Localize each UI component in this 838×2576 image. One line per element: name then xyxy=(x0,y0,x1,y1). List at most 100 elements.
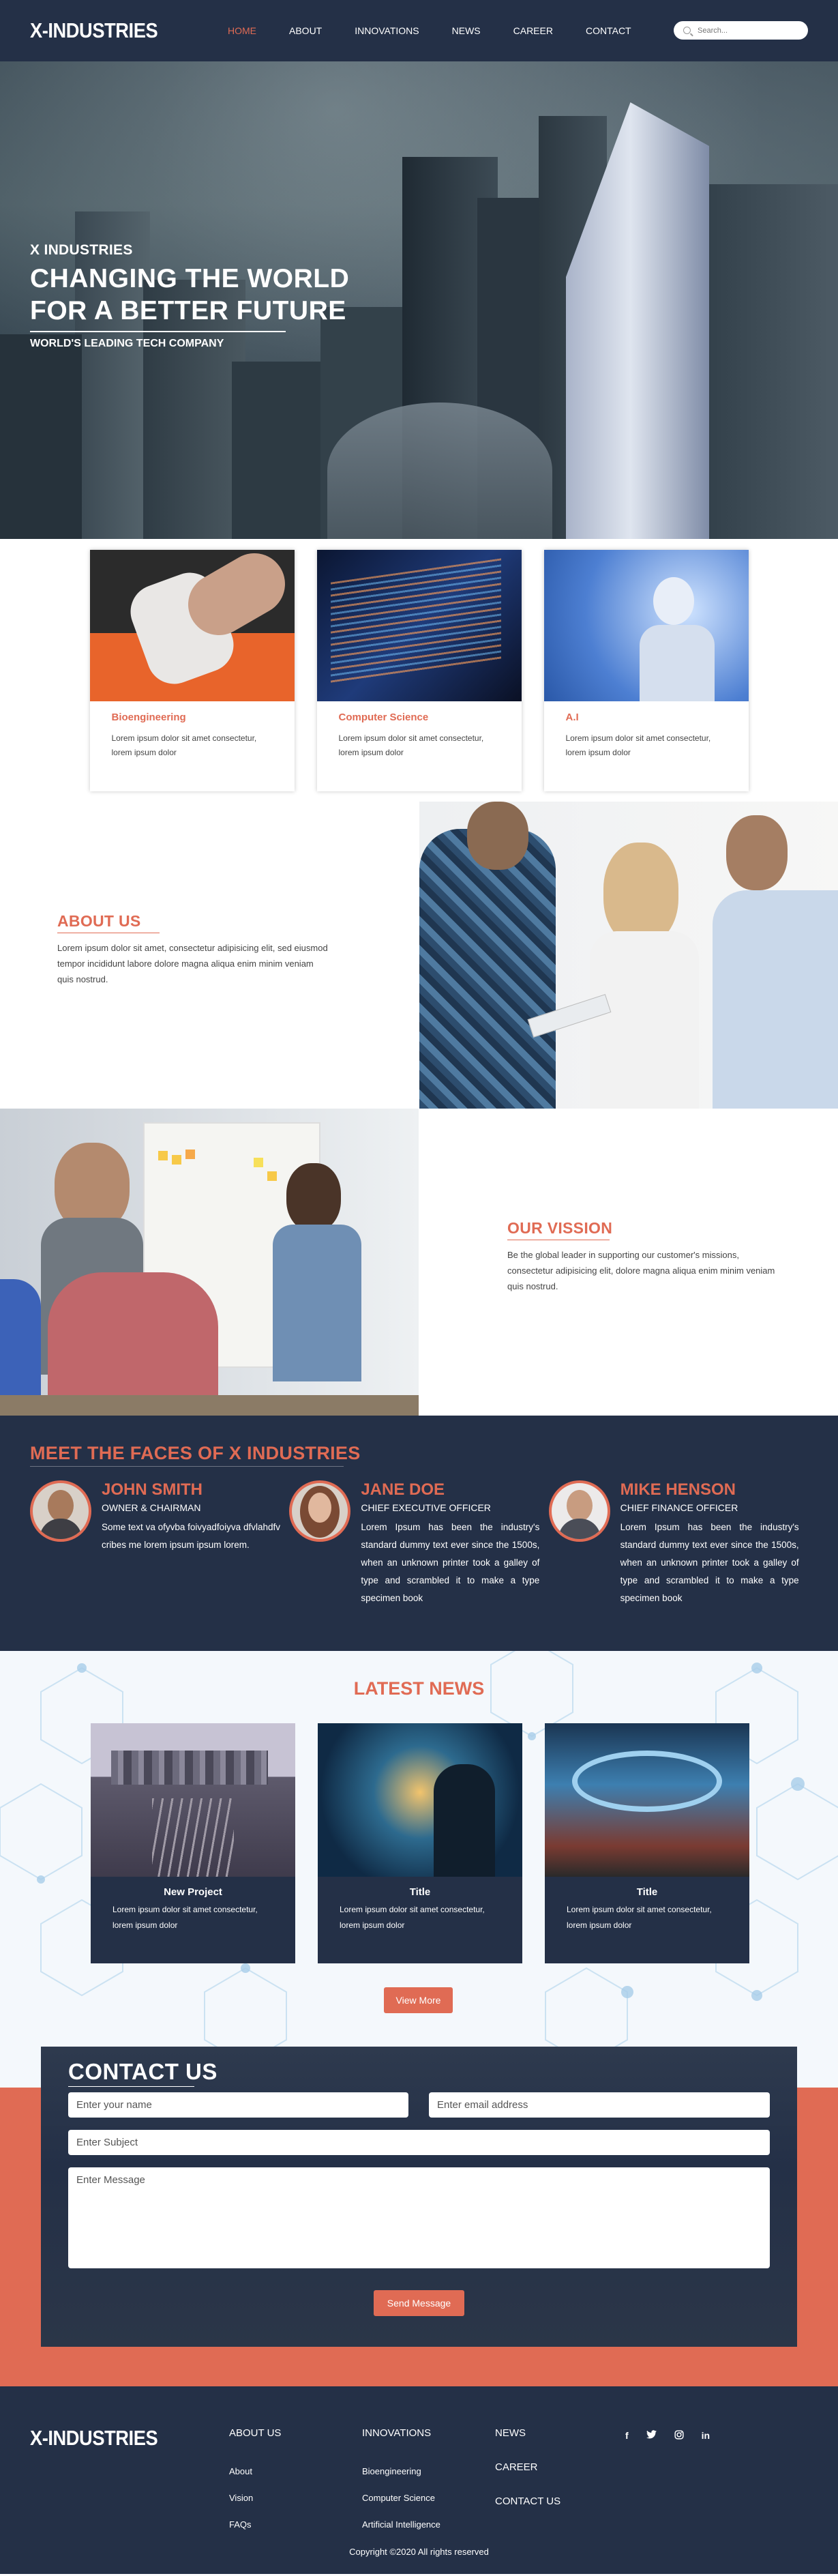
suit xyxy=(40,1519,82,1539)
message-field[interactable] xyxy=(68,2167,770,2268)
person-denim-shirt xyxy=(273,1225,361,1381)
send-message-button[interactable]: Send Message xyxy=(374,2290,464,2316)
search-box[interactable] xyxy=(674,21,808,40)
footer-link-news[interactable]: NEWS xyxy=(495,2427,560,2439)
site-footer: X-INDUSTRIES ABOUT US About Vision FAQs … xyxy=(0,2386,838,2574)
innovation-card[interactable]: Computer Science Lorem ipsum dolor sit a… xyxy=(316,550,522,791)
card-title: A.I xyxy=(565,712,579,723)
nav-about[interactable]: ABOUT xyxy=(289,25,322,36)
vision-title: OUR VISSION xyxy=(507,1219,613,1237)
news-section: LATEST NEWS New Project Lorem ipsum dolo… xyxy=(0,1651,838,2047)
suit xyxy=(558,1519,601,1539)
vision-section: OUR VISSION Be the global leader in supp… xyxy=(0,1109,838,1416)
news-card-text: Lorem ipsum dolor sit amet consectetur, l… xyxy=(113,1905,258,1930)
instagram-icon[interactable] xyxy=(674,2430,684,2442)
avatar xyxy=(289,1480,351,1542)
footer-link-contact-us[interactable]: CONTACT US xyxy=(495,2496,560,2507)
linkedin-icon[interactable]: in xyxy=(702,2430,710,2442)
code-screen xyxy=(330,558,501,685)
about-text: ABOUT US Lorem ipsum dolor sit amet, con… xyxy=(57,912,330,987)
team-title: MEET THE FACES OF X INDUSTRIES xyxy=(30,1443,361,1463)
innovation-card[interactable]: A.I Lorem ipsum dolor sit amet consectet… xyxy=(543,550,749,791)
about-body: Lorem ipsum dolor sit amet, consectetur … xyxy=(57,943,328,984)
contact-underline xyxy=(68,2086,194,2087)
robot-body xyxy=(639,625,715,701)
news-card[interactable]: Title Lorem ipsum dolor sit amet consect… xyxy=(545,1723,749,1963)
news-card[interactable]: Title Lorem ipsum dolor sit amet consect… xyxy=(318,1723,522,1963)
member-name: JANE DOE xyxy=(361,1480,445,1499)
member-bio: Lorem Ipsum has been the industry's stan… xyxy=(361,1522,540,1603)
nav-career[interactable]: CAREER xyxy=(513,25,553,36)
name-field[interactable] xyxy=(68,2092,408,2118)
hero-building xyxy=(0,334,82,539)
news-cards: New Project Lorem ipsum dolor sit amet c… xyxy=(91,1723,749,1963)
footer-link-faqs[interactable]: FAQs xyxy=(229,2519,281,2530)
hero-subtitle: WORLD'S LEADING TECH COMPANY xyxy=(30,338,224,349)
copyright-text: Copyright ©2020 All rights reserved xyxy=(349,2547,489,2557)
footer-link-bioengineering[interactable]: Bioengineering xyxy=(362,2466,440,2476)
team-members: JOHN SMITH OWNER & CHAIRMAN Some text va… xyxy=(30,1480,808,1607)
footer-link-ai[interactable]: Artificial Intelligence xyxy=(362,2519,440,2530)
team-section: MEET THE FACES OF X INDUSTRIES JOHN SMIT… xyxy=(0,1416,838,1651)
innovation-card[interactable]: Bioengineering Lorem ipsum dolor sit ame… xyxy=(89,550,295,791)
person-head xyxy=(467,802,528,870)
footer-link-vision[interactable]: Vision xyxy=(229,2493,281,2503)
face xyxy=(48,1490,74,1521)
hero-title: CHANGING THE WORLD FOR A BETTER FUTURE xyxy=(30,263,349,327)
search-icon xyxy=(683,27,691,34)
site-logo[interactable]: X-INDUSTRIES xyxy=(30,18,158,43)
footer-link-about[interactable]: About xyxy=(229,2466,281,2476)
table xyxy=(0,1395,419,1416)
card-text: Lorem ipsum dolor sit amet consectetur, l… xyxy=(338,733,484,757)
innovation-cards: Bioengineering Lorem ipsum dolor sit ame… xyxy=(0,539,838,802)
hero-text: X INDUSTRIES CHANGING THE WORLD FOR A BE… xyxy=(30,242,349,350)
subject-field[interactable] xyxy=(68,2130,770,2155)
person-red-shirt xyxy=(48,1272,218,1416)
team-member: JOHN SMITH OWNER & CHAIRMAN Some text va… xyxy=(30,1480,289,1607)
sticky-notes xyxy=(158,1151,168,1160)
nav-home[interactable]: HOME xyxy=(228,25,256,36)
face xyxy=(566,1490,593,1521)
bioengineering-image xyxy=(89,550,295,701)
news-card-text: Lorem ipsum dolor sit amet consectetur, l… xyxy=(340,1905,485,1930)
nav-innovations[interactable]: INNOVATIONS xyxy=(355,25,419,36)
nav-contact[interactable]: CONTACT xyxy=(586,25,631,36)
site-header: X-INDUSTRIES HOME ABOUT INNOVATIONS NEWS… xyxy=(0,0,838,61)
member-role: CHIEF FINANCE OFFICER xyxy=(620,1502,738,1513)
news-image-tech xyxy=(318,1723,522,1877)
facebook-icon[interactable]: f xyxy=(625,2430,629,2442)
person-blue-shirt xyxy=(713,890,838,1109)
news-image-city xyxy=(91,1723,295,1877)
news-title: LATEST NEWS xyxy=(353,1678,485,1699)
contact-form: CONTACT US Send Message xyxy=(41,2047,797,2347)
footer-link-career[interactable]: CAREER xyxy=(495,2461,560,2473)
team-member: MIKE HENSON CHIEF FINANCE OFFICER Lorem … xyxy=(548,1480,808,1607)
twitter-icon[interactable] xyxy=(646,2430,657,2442)
hero-title-line: CHANGING THE WORLD xyxy=(30,264,350,293)
member-bio: Some text va ofyvba foivyadfoiyva dfvlah… xyxy=(102,1522,280,1550)
person-head xyxy=(726,815,788,890)
footer-heading: ABOUT US xyxy=(229,2427,282,2439)
member-name: MIKE HENSON xyxy=(620,1480,736,1499)
computer-science-image xyxy=(316,550,522,701)
card-title: Computer Science xyxy=(338,712,429,723)
hero-building xyxy=(232,362,327,539)
member-role: OWNER & CHAIRMAN xyxy=(102,1502,201,1513)
footer-about-column: ABOUT US About Vision FAQs xyxy=(229,2427,281,2530)
news-card[interactable]: New Project Lorem ipsum dolor sit amet c… xyxy=(91,1723,295,1963)
nav-news[interactable]: NEWS xyxy=(452,25,481,36)
footer-link-computer-science[interactable]: Computer Science xyxy=(362,2493,440,2503)
ring-machine xyxy=(572,1751,722,1812)
footer-logo[interactable]: X-INDUSTRIES xyxy=(30,2426,158,2450)
view-more-button[interactable]: View More xyxy=(384,1987,453,2013)
search-input[interactable] xyxy=(698,26,800,35)
hero-divider xyxy=(30,331,286,332)
card-text: Lorem ipsum dolor sit amet consectetur, l… xyxy=(565,733,711,757)
avatar xyxy=(30,1480,91,1542)
hero-title-line: FOR A BETTER FUTURE xyxy=(30,296,346,325)
member-name: JOHN SMITH xyxy=(102,1480,203,1499)
email-field[interactable] xyxy=(429,2092,770,2118)
contact-section: CONTACT US Send Message xyxy=(0,2047,838,2386)
card-text: Lorem ipsum dolor sit amet consectetur, l… xyxy=(111,733,257,757)
footer-heading: INNOVATIONS xyxy=(362,2427,432,2439)
